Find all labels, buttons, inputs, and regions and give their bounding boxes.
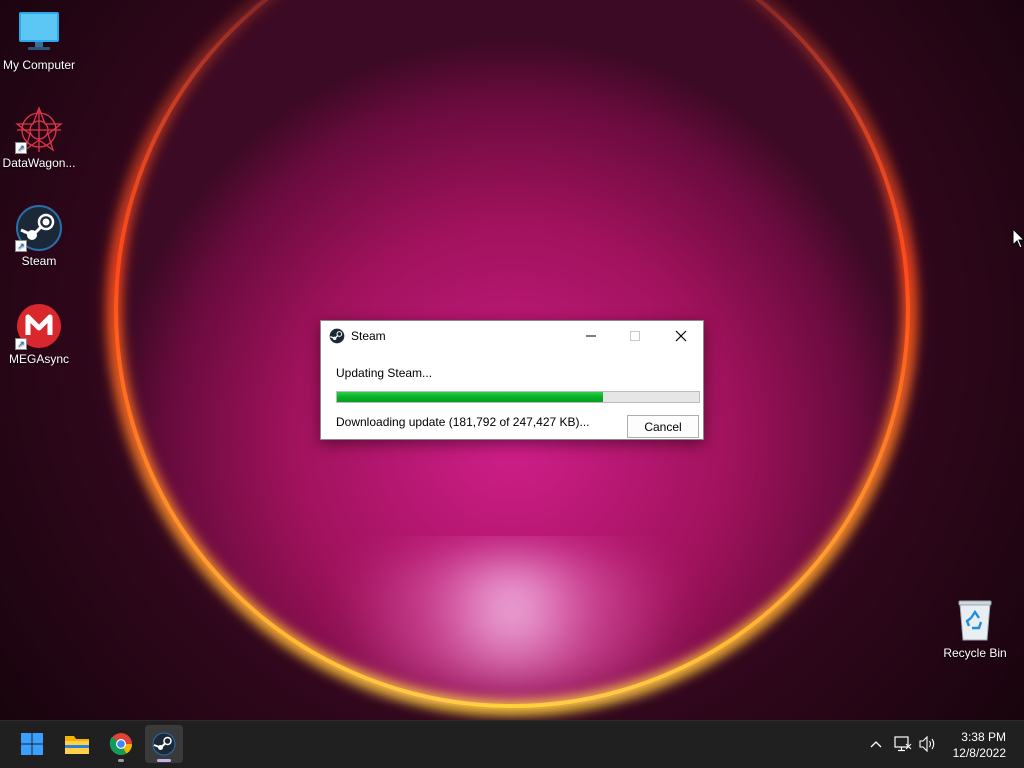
steam-icon: [329, 328, 345, 344]
taskbar-chrome[interactable]: [102, 725, 140, 763]
desktop-icon-my-computer[interactable]: My Computer: [0, 8, 79, 72]
steam-update-dialog: Steam Updating Steam... Downloading upda…: [320, 320, 704, 440]
chevron-up-icon: [870, 741, 882, 748]
mouse-cursor-icon: [1012, 228, 1024, 249]
clock[interactable]: 3:38 PM 12/8/2022: [953, 729, 1006, 761]
dialog-title: Steam: [351, 329, 386, 343]
close-button[interactable]: [659, 321, 703, 350]
minimize-icon: [586, 335, 596, 336]
shortcut-arrow-icon: ↗: [15, 240, 27, 252]
minimize-button[interactable]: [569, 321, 613, 350]
desktop-icon-label: DataWagon...: [2, 156, 76, 170]
taskbar: 3:38 PM 12/8/2022: [0, 720, 1024, 768]
shortcut-arrow-icon: ↗: [15, 142, 27, 154]
windows-start-icon: [21, 733, 43, 755]
monitor-icon: [15, 8, 63, 56]
desktop-icon-label: Steam: [21, 254, 57, 268]
download-progress-bar: [336, 391, 700, 403]
chrome-icon: [109, 733, 132, 755]
maximize-icon: [630, 330, 640, 341]
start-button[interactable]: [13, 725, 51, 763]
mega-icon: ↗: [15, 302, 63, 350]
desktop-icon-recycle-bin[interactable]: Recycle Bin: [935, 596, 1015, 660]
active-indicator: [157, 759, 171, 762]
network-icon: [894, 736, 912, 752]
update-status-text: Updating Steam...: [336, 366, 433, 380]
tray-volume[interactable]: [918, 734, 938, 754]
desktop-icon-label: Recycle Bin: [943, 646, 1007, 660]
taskbar-steam[interactable]: [145, 725, 183, 763]
folder-icon: [65, 736, 89, 754]
steam-icon: [152, 732, 176, 756]
running-indicator: [118, 759, 124, 762]
progress-fill: [337, 392, 603, 402]
recycle-bin-icon: [951, 596, 999, 644]
clock-date: 12/8/2022: [952, 746, 1006, 760]
desktop-icon-steam[interactable]: ↗ Steam: [0, 204, 79, 268]
cancel-button[interactable]: Cancel: [627, 415, 699, 438]
clock-time: 3:38 PM: [961, 730, 1006, 744]
desktop-icon-label: MEGAsync: [8, 352, 69, 366]
volume-icon: [919, 736, 935, 752]
desktop-icon-label: My Computer: [2, 58, 76, 72]
close-icon: [675, 330, 687, 341]
dialog-titlebar[interactable]: Steam: [321, 321, 703, 351]
datawagon-icon: ↗: [15, 106, 63, 154]
desktop-icon-megasync[interactable]: ↗ MEGAsync: [0, 302, 79, 366]
steam-icon: ↗: [15, 204, 63, 252]
taskbar-file-explorer[interactable]: [58, 725, 96, 763]
shortcut-arrow-icon: ↗: [15, 338, 27, 350]
maximize-button: [613, 321, 657, 350]
tray-network[interactable]: [893, 734, 913, 754]
desktop-icon-datawagon[interactable]: ↗ DataWagon...: [0, 106, 79, 170]
tray-overflow-button[interactable]: [866, 734, 886, 754]
download-detail-text: Downloading update (181,792 of 247,427 K…: [336, 415, 590, 429]
